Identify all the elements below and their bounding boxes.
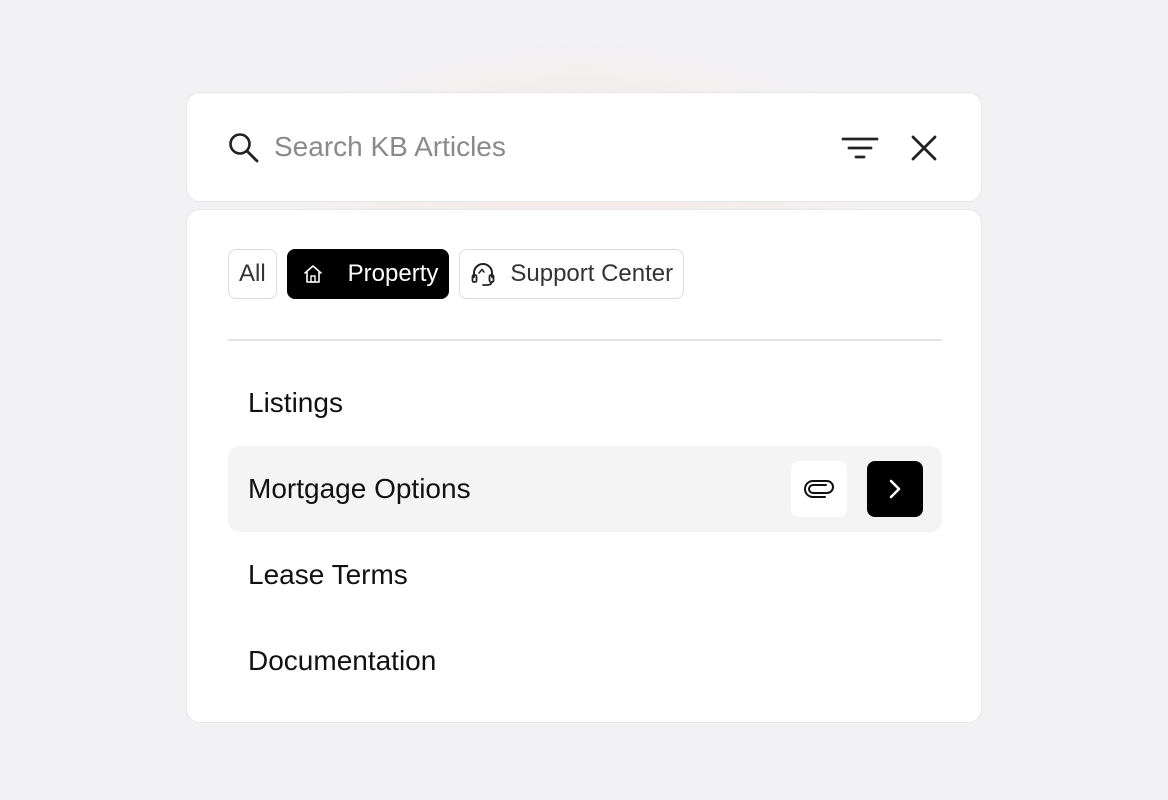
open-article-button[interactable] bbox=[867, 461, 923, 517]
list-item[interactable]: Mortgage Options bbox=[228, 446, 942, 532]
paperclip-icon bbox=[804, 480, 834, 498]
divider bbox=[228, 339, 942, 341]
results-panel: All Property Support Center Listings Mor… bbox=[186, 209, 982, 723]
close-icon[interactable] bbox=[907, 131, 941, 165]
list-item-label: Mortgage Options bbox=[248, 473, 471, 504]
chip-label: All bbox=[239, 260, 266, 287]
list-item-label: Lease Terms bbox=[248, 559, 408, 590]
headset-icon bbox=[470, 261, 496, 287]
filter-icon[interactable] bbox=[841, 131, 881, 165]
attach-button[interactable] bbox=[791, 461, 847, 517]
chip-label: Property bbox=[347, 260, 439, 287]
item-actions bbox=[791, 461, 923, 517]
chevron-right-icon bbox=[889, 479, 901, 499]
results-list: Listings Mortgage Options Lease Terms Do… bbox=[228, 360, 942, 704]
home-icon bbox=[300, 261, 326, 287]
list-item[interactable]: Lease Terms bbox=[228, 532, 942, 618]
search-input[interactable] bbox=[274, 127, 794, 167]
chip-support-center[interactable]: Support Center bbox=[459, 249, 685, 299]
chip-property[interactable]: Property bbox=[286, 249, 450, 299]
search-bar bbox=[186, 92, 982, 202]
list-item[interactable]: Listings bbox=[228, 360, 942, 446]
list-item-label: Listings bbox=[248, 387, 343, 418]
search-icon bbox=[229, 133, 259, 163]
list-item[interactable]: Documentation bbox=[228, 618, 942, 704]
filter-chips: All Property Support Center bbox=[228, 249, 685, 299]
chip-all[interactable]: All bbox=[228, 249, 277, 299]
chip-label: Support Center bbox=[510, 260, 674, 287]
list-item-label: Documentation bbox=[248, 645, 437, 676]
